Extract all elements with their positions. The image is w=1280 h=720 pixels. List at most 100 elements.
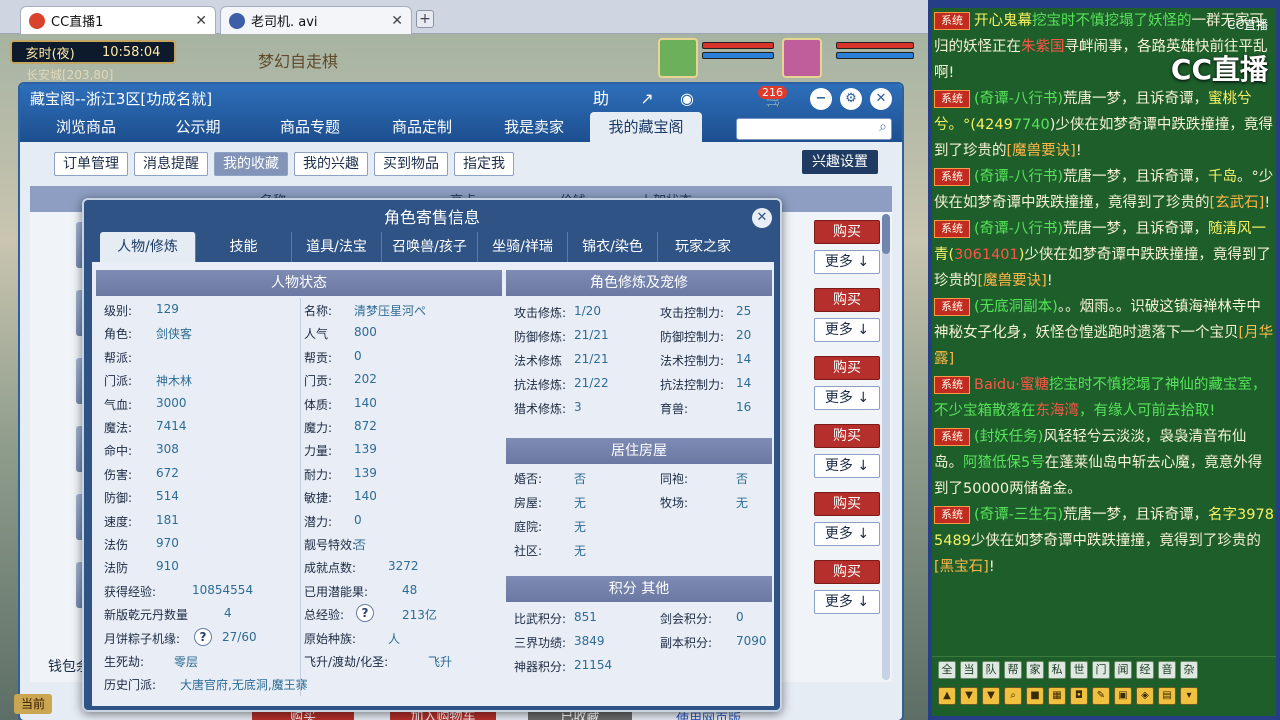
more-button[interactable]: 更多 ↓: [814, 250, 880, 274]
nav-tab-browse[interactable]: 浏览商品: [30, 112, 142, 142]
channel-button[interactable]: 门: [1092, 661, 1110, 679]
message-text: 7740: [1012, 117, 1050, 133]
tab-home[interactable]: 玩家之家: [658, 232, 748, 262]
close-icon[interactable]: ✕: [391, 13, 403, 29]
buy-button[interactable]: 购买: [814, 288, 880, 312]
tab-items[interactable]: 道具/法宝: [292, 232, 382, 262]
search-input[interactable]: ⌕: [736, 118, 892, 140]
sub-tab-messages[interactable]: 消息提醒: [134, 152, 208, 176]
close-icon[interactable]: ✕: [752, 208, 772, 228]
channel-button[interactable]: 家: [1026, 661, 1044, 679]
nav-tab-custom[interactable]: 商品定制: [366, 112, 478, 142]
grid-icon[interactable]: ▦: [1048, 687, 1066, 705]
close-icon[interactable]: ✕: [195, 13, 207, 29]
tab-cc-live[interactable]: CC直播1 ✕: [20, 6, 216, 34]
channel-button[interactable]: 帮: [1004, 661, 1022, 679]
nav-tab-my-store[interactable]: 我的藏宝阁: [590, 112, 702, 142]
front-button[interactable]: 当前: [14, 694, 52, 714]
status-row: 力量: 139: [304, 442, 500, 459]
system-tag: 系统: [934, 376, 970, 394]
more-button[interactable]: 更多 ↓: [814, 454, 880, 478]
status-label: 已用潜能果:: [304, 584, 369, 599]
arrow-up-icon[interactable]: ▲: [938, 687, 956, 705]
status-row: 成就点数: 3272: [304, 559, 500, 576]
channel-button[interactable]: 音: [1158, 661, 1176, 679]
status-value: 308: [156, 442, 179, 457]
message-text: [黑宝石]: [934, 559, 989, 575]
bag-icon[interactable]: ■: [1026, 687, 1044, 705]
dropdown-icon[interactable]: ▾: [1180, 687, 1198, 705]
player-avatar[interactable]: [782, 38, 822, 78]
more-button[interactable]: 更多 ↓: [814, 590, 880, 614]
record-icon[interactable]: ◉: [676, 88, 698, 110]
status-value: 清梦压星河ぺ: [354, 304, 427, 318]
sub-tab-bought[interactable]: 买到物品: [374, 152, 448, 176]
nav-tab-seller[interactable]: 我是卖家: [478, 112, 590, 142]
more-button[interactable]: 更多 ↓: [814, 522, 880, 546]
tab-label: CC直播1: [51, 15, 104, 30]
more-button[interactable]: 更多 ↓: [814, 318, 880, 342]
sub-tab-favorites[interactable]: 我的收藏: [214, 152, 288, 176]
channel-button[interactable]: 全: [938, 661, 956, 679]
interest-settings-button[interactable]: 兴趣设置: [802, 150, 878, 174]
channel-button[interactable]: 杂: [1180, 661, 1198, 679]
arrow-down-icon[interactable]: ▼: [960, 687, 978, 705]
nav-tab-topics[interactable]: 商品专题: [254, 112, 366, 142]
help-button[interactable]: 助: [590, 88, 612, 110]
buy-button[interactable]: 购买: [814, 560, 880, 584]
search-icon[interactable]: ⌕: [879, 119, 887, 135]
channel-button[interactable]: 队: [982, 661, 1000, 679]
channel-button[interactable]: 当: [960, 661, 978, 679]
tab-character[interactable]: 人物/修炼: [100, 232, 196, 262]
pet-avatar[interactable]: [658, 38, 698, 78]
status-row: 月饼粽子机缘:? 27/60: [104, 627, 304, 647]
buy-button[interactable]: 购买: [814, 424, 880, 448]
info-value: 0: [736, 610, 744, 624]
brush-icon[interactable]: ✎: [1092, 687, 1110, 705]
new-tab-button[interactable]: +: [416, 10, 434, 28]
book-icon[interactable]: ▤: [1158, 687, 1176, 705]
status-value: 零层: [174, 655, 199, 669]
sub-tab-orders[interactable]: 订单管理: [54, 152, 128, 176]
info-value: 14: [736, 376, 752, 390]
list-scrollbar-thumb[interactable]: [882, 214, 890, 254]
list-scrollbar[interactable]: [882, 214, 890, 680]
close-icon[interactable]: ✕: [870, 88, 892, 110]
channel-button[interactable]: 闻: [1114, 661, 1132, 679]
channel-button[interactable]: 私: [1048, 661, 1066, 679]
channel-button[interactable]: 经: [1136, 661, 1154, 679]
tab-pets[interactable]: 召唤兽/孩子: [382, 232, 478, 262]
share-icon[interactable]: ↗: [636, 88, 658, 110]
sub-tab-interests[interactable]: 我的兴趣: [294, 152, 368, 176]
status-row: 人气 800: [304, 325, 500, 342]
buy-button[interactable]: 购买: [814, 492, 880, 516]
store-nav-tabs: 浏览商品 公示期 商品专题 商品定制 我是卖家 我的藏宝阁: [30, 112, 702, 142]
tab-skills[interactable]: 技能: [196, 232, 292, 262]
info-label: 神器积分:: [514, 660, 567, 674]
message-text: (封妖任务): [974, 429, 1044, 445]
more-button[interactable]: 更多 ↓: [814, 386, 880, 410]
message-text: (奇谭-八行书): [974, 169, 1064, 185]
minimize-icon[interactable]: −: [810, 88, 832, 110]
help-question-icon[interactable]: ?: [194, 627, 212, 646]
tab-outfits[interactable]: 锦衣/染色: [568, 232, 658, 262]
buy-button[interactable]: 购买: [814, 356, 880, 380]
status-row: 总经验:? 213亿: [304, 604, 500, 623]
nav-tab-public[interactable]: 公示期: [142, 112, 254, 142]
window-icon[interactable]: ▣: [1114, 687, 1132, 705]
search-icon[interactable]: ⌕: [1004, 687, 1022, 705]
tab-mounts[interactable]: 坐骑/祥瑞: [478, 232, 568, 262]
chat-messages: 系统 开心鬼幕挖宝时不慎挖塌了妖怪的一群无家可归的妖怪正在朱紫国寻衅闹事，各路英雄…: [932, 8, 1276, 580]
help-question-icon[interactable]: ?: [356, 604, 374, 623]
lock-icon[interactable]: ◘: [1070, 687, 1088, 705]
sub-tab-assigned[interactable]: 指定我: [454, 152, 514, 176]
buy-button[interactable]: 购买: [814, 220, 880, 244]
chat-log[interactable]: 系统 开心鬼幕挖宝时不慎挖塌了妖怪的一群无家可归的妖怪正在朱紫国寻衅闹事，各路英雄…: [932, 8, 1276, 656]
status-value: 神木林: [156, 374, 193, 389]
map-coordinate: 长安城[203,80]: [26, 68, 114, 82]
settings-gear-icon[interactable]: ⚙: [840, 88, 862, 110]
chat-bubble-icon[interactable]: ◈: [1136, 687, 1154, 705]
tab-video[interactable]: 老司机. avi ✕: [220, 6, 412, 34]
arrow-down-alt-icon[interactable]: ▼: [982, 687, 1000, 705]
channel-button[interactable]: 世: [1070, 661, 1088, 679]
